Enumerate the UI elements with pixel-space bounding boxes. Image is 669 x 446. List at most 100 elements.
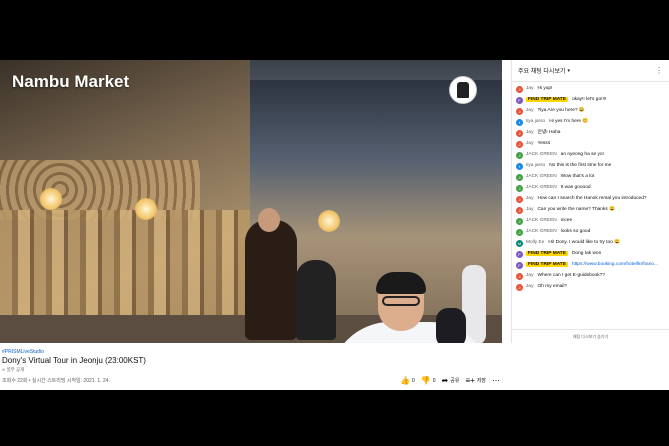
chat-author[interactable]: FIND TRIP MATE <box>526 97 568 102</box>
chat-message-body: JACK GREEN nicee <box>526 218 572 224</box>
lamp <box>40 188 62 210</box>
avatar[interactable]: J <box>516 152 523 159</box>
chat-message-text: Tiya Are you here? 😀 <box>537 108 585 113</box>
avatar[interactable]: J <box>516 174 523 181</box>
channel-logo-icon <box>449 76 477 104</box>
chat-message-body: Jay Yesss <box>526 141 550 147</box>
chevron-down-icon[interactable]: ▾ <box>568 68 571 74</box>
chat-message-body: FIND TRIP MATE Dong tak won <box>526 251 601 257</box>
thumbs-down-icon: 👎 <box>420 376 431 385</box>
chat-message-text: Can you write the name? Thanks 😀 <box>537 207 616 212</box>
chat-author[interactable]: Jay <box>526 196 533 201</box>
chat-message-text: Hi yup! <box>537 86 553 91</box>
share-icon: ➦ <box>441 376 449 385</box>
chat-author[interactable]: Jay <box>526 108 533 113</box>
save-button[interactable]: ≡+ 저장 <box>465 376 486 385</box>
avatar[interactable]: M <box>516 240 523 247</box>
avatar[interactable]: F <box>516 251 523 258</box>
video-meta: #PRISMLiveStudio Dony's Virtual Tour in … <box>0 348 502 390</box>
video-actions: 👍 0 👎 0 ➦ 공유 ≡+ 저장 ⋯ <box>400 376 500 385</box>
video-overlay-title: Nambu Market <box>12 72 130 91</box>
chat-author[interactable]: Jay <box>526 86 533 91</box>
chat-author[interactable]: Jay <box>526 141 533 146</box>
chat-message-body: JACK GREEN an nyeong ha se yo! <box>526 152 604 158</box>
chat-message-body: Jay 안녕! Haha <box>526 130 560 136</box>
microphone <box>436 308 466 343</box>
chat-message-text: Wow that's a lot <box>560 174 595 179</box>
avatar[interactable]: t <box>516 119 523 126</box>
chat-message-text: Oh my email? <box>537 284 568 289</box>
chat-author[interactable]: JACK GREEN <box>526 174 557 179</box>
visibility-label: ∞ 일부 공개 <box>2 367 25 372</box>
avatar[interactable]: J <box>516 86 523 93</box>
chat-author[interactable]: Jay <box>526 273 533 278</box>
dislike-button[interactable]: 👎 0 <box>421 376 436 385</box>
chat-author[interactable]: Jay <box>526 130 533 135</box>
chat-message-body: Jay Hi yup! <box>526 86 552 92</box>
avatar[interactable]: t <box>516 163 523 170</box>
avatar[interactable]: J <box>516 196 523 203</box>
thumbs-up-icon: 👍 <box>400 376 411 385</box>
more-vertical-icon[interactable]: ⋮ <box>655 66 663 75</box>
chat-message-text: nicee <box>560 218 573 223</box>
avatar[interactable]: J <box>516 141 523 148</box>
chat-message-text: Hi yes I'm here 😊 <box>549 119 589 124</box>
chat-message-text: 안녕! Haha <box>537 130 561 135</box>
chat-message: J JACK GREEN nicee <box>516 216 665 227</box>
chat-message-list[interactable]: J Jay Hi yup! F FIND TRIP MATE okay!! let's g… <box>512 84 669 329</box>
chat-message: J JACK GREEN looks so good <box>516 227 665 238</box>
screen-frame: Nambu Market #PRISMLiveStudio Dony's Vir… <box>0 0 669 446</box>
video-player[interactable]: Nambu Market <box>0 60 502 343</box>
avatar[interactable]: F <box>516 262 523 269</box>
chat-author[interactable]: FIND TRIP MATE <box>526 251 568 256</box>
lamp <box>135 198 157 220</box>
stream-info: 조회수 22회 • 실시간 스트리밍 시작일: 2021. 1. 24. <box>2 378 110 384</box>
chat-author[interactable]: tiya jarso <box>526 119 545 124</box>
avatar[interactable]: J <box>516 273 523 280</box>
chat-message-body: tiya jarso No this is the first time for … <box>526 163 611 169</box>
avatar[interactable]: J <box>516 185 523 192</box>
chat-message-body: JACK GREEN Wow that's a lot <box>526 174 594 180</box>
chat-message: J Jay Can you write the name? Thanks 😀 <box>516 205 665 216</box>
chat-mode-dropdown[interactable]: 주요 채팅 다시보기 <box>518 66 566 75</box>
like-count: 0 <box>412 377 415 384</box>
avatar[interactable]: J <box>516 207 523 214</box>
chat-message: J Jay Tiya Are you here? 😀 <box>516 106 665 117</box>
more-actions-button[interactable]: ⋯ <box>492 376 500 385</box>
avatar[interactable]: F <box>516 97 523 104</box>
like-button[interactable]: 👍 0 <box>400 376 415 385</box>
hide-chat-replay-button[interactable]: 채팅 다시보기 숨기기 <box>512 329 669 343</box>
chat-message: J Jay Oh my email? <box>516 282 665 293</box>
dislike-count: 0 <box>432 377 436 384</box>
chat-message-link[interactable]: https://www.booking.com/hotel/kr/hano... <box>572 262 658 267</box>
chat-message: F FIND TRIP MATE https://www.booking.com/h… <box>516 260 665 271</box>
chat-message-body: JACK GREEN It was gooood <box>526 185 591 191</box>
avatar[interactable]: J <box>516 229 523 236</box>
chat-author[interactable]: Jay <box>526 207 533 212</box>
chat-message: J Jay 안녕! Haha <box>516 128 665 139</box>
chat-author[interactable]: JACK GREEN <box>526 152 557 157</box>
chat-author[interactable]: FIND TRIP MATE <box>526 262 568 267</box>
host-glasses <box>382 296 420 306</box>
save-label: 저장 <box>476 378 486 384</box>
avatar[interactable]: J <box>516 130 523 137</box>
chat-author[interactable]: Molly Ee <box>526 240 544 245</box>
chat-message-text: Yesss <box>537 141 551 146</box>
chat-message-text: Where can I get E-guidebook?? <box>537 273 605 278</box>
chat-author[interactable]: JACK GREEN <box>526 218 557 223</box>
chat-author[interactable]: JACK GREEN <box>526 185 557 190</box>
shopper <box>245 220 297 340</box>
chat-author[interactable]: Jay <box>526 284 533 289</box>
avatar[interactable]: J <box>516 284 523 291</box>
chat-message-body: Jay Oh my email? <box>526 284 567 290</box>
chat-author[interactable]: tiya jarso <box>526 163 545 168</box>
share-label: 공유 <box>450 378 460 384</box>
chat-message-text: looks so good <box>560 229 591 234</box>
avatar[interactable]: J <box>516 108 523 115</box>
chat-message: M Molly Ee Hi! Dony. I would like to try t… <box>516 238 665 249</box>
chat-message: J Jay Hi yup! <box>516 84 665 95</box>
chat-author[interactable]: JACK GREEN <box>526 229 557 234</box>
avatar[interactable]: J <box>516 218 523 225</box>
hashtag-link[interactable]: #PRISMLiveStudio <box>2 349 44 355</box>
share-button[interactable]: ➦ 공유 <box>442 376 460 385</box>
